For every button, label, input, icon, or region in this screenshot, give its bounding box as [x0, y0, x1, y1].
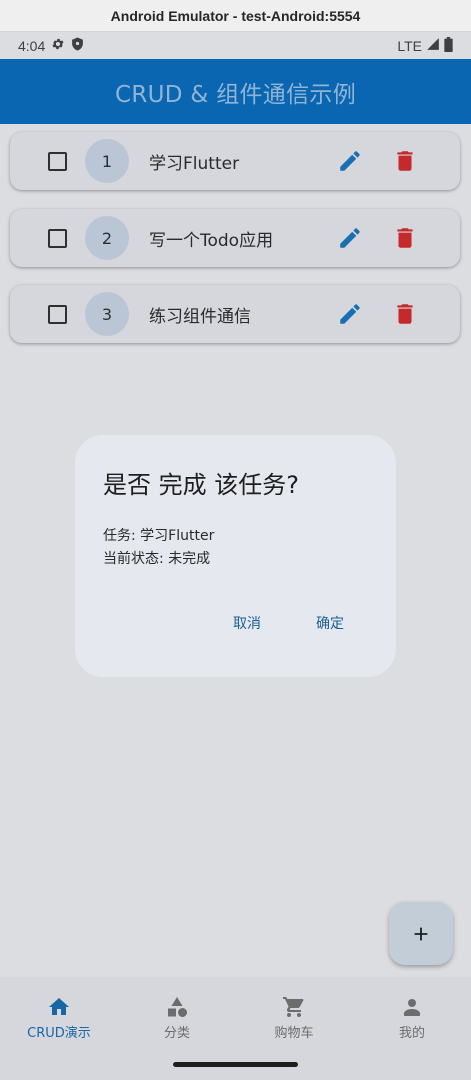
confirm-dialog: 是否 完成 该任务? 任务: 学习Flutter 当前状态: 未完成 取消 确定 — [75, 435, 396, 677]
dialog-status-line: 当前状态: 未完成 — [103, 551, 211, 567]
emulator-window-title: Android Emulator - test-Android:5554 — [0, 0, 471, 32]
dialog-task-line: 任务: 学习Flutter — [103, 528, 215, 544]
dialog-title: 是否 完成 该任务? — [103, 471, 299, 499]
confirm-button[interactable]: 确定 — [316, 613, 344, 633]
device-screen: 4:04 LTE CRUD & 组件通信示例 1 学习Flutter 2 写一个… — [0, 32, 471, 1080]
cancel-button[interactable]: 取消 — [233, 613, 261, 633]
